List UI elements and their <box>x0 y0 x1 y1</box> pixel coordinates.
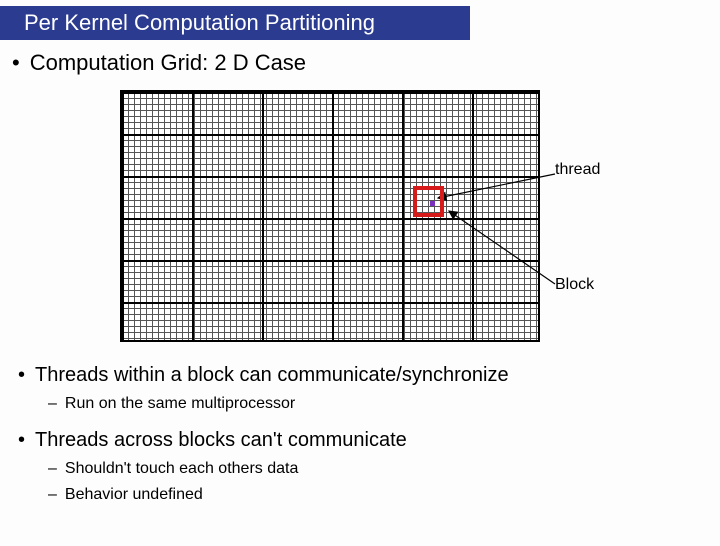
bullet-across-blocks: • Threads across blocks can't communicate <box>18 429 720 452</box>
subbullet-text: Run on the same multiprocessor <box>65 395 295 412</box>
grid-canvas <box>120 90 540 342</box>
bullet-dot-icon: • <box>18 429 25 451</box>
heading-text: Computation Grid: 2 D Case <box>30 50 306 75</box>
heading-bullet: • Computation Grid: 2 D Case <box>12 50 720 76</box>
block-label: Block <box>555 276 594 294</box>
block-highlight <box>413 186 444 217</box>
lower-bullets: • Threads within a block can communicate/… <box>0 364 720 504</box>
slide-title-bar: Per Kernel Computation Partitioning <box>0 6 470 40</box>
dash-icon: – <box>48 460 57 477</box>
bullet-dot-icon: • <box>18 364 25 386</box>
subbullet-text: Behavior undefined <box>65 486 203 503</box>
bullet-communicate: • Threads within a block can communicate/… <box>18 364 720 387</box>
thread-dot-icon <box>430 201 435 206</box>
bullet-text: Threads across blocks can't communicate <box>35 429 407 451</box>
slide-title: Per Kernel Computation Partitioning <box>24 10 375 35</box>
dash-icon: – <box>48 395 57 412</box>
subbullet-same-mp: –Run on the same multiprocessor <box>48 395 720 413</box>
subbullet-text: Shouldn't touch each others data <box>65 460 298 477</box>
subbullet-no-touch: –Shouldn't touch each others data <box>48 460 720 478</box>
computation-grid <box>120 90 540 342</box>
thread-label: thread <box>555 161 600 179</box>
dash-icon: – <box>48 486 57 503</box>
bullet-dot-icon: • <box>12 50 20 75</box>
subbullet-undefined: –Behavior undefined <box>48 486 720 504</box>
bullet-text: Threads within a block can communicate/s… <box>35 364 509 386</box>
